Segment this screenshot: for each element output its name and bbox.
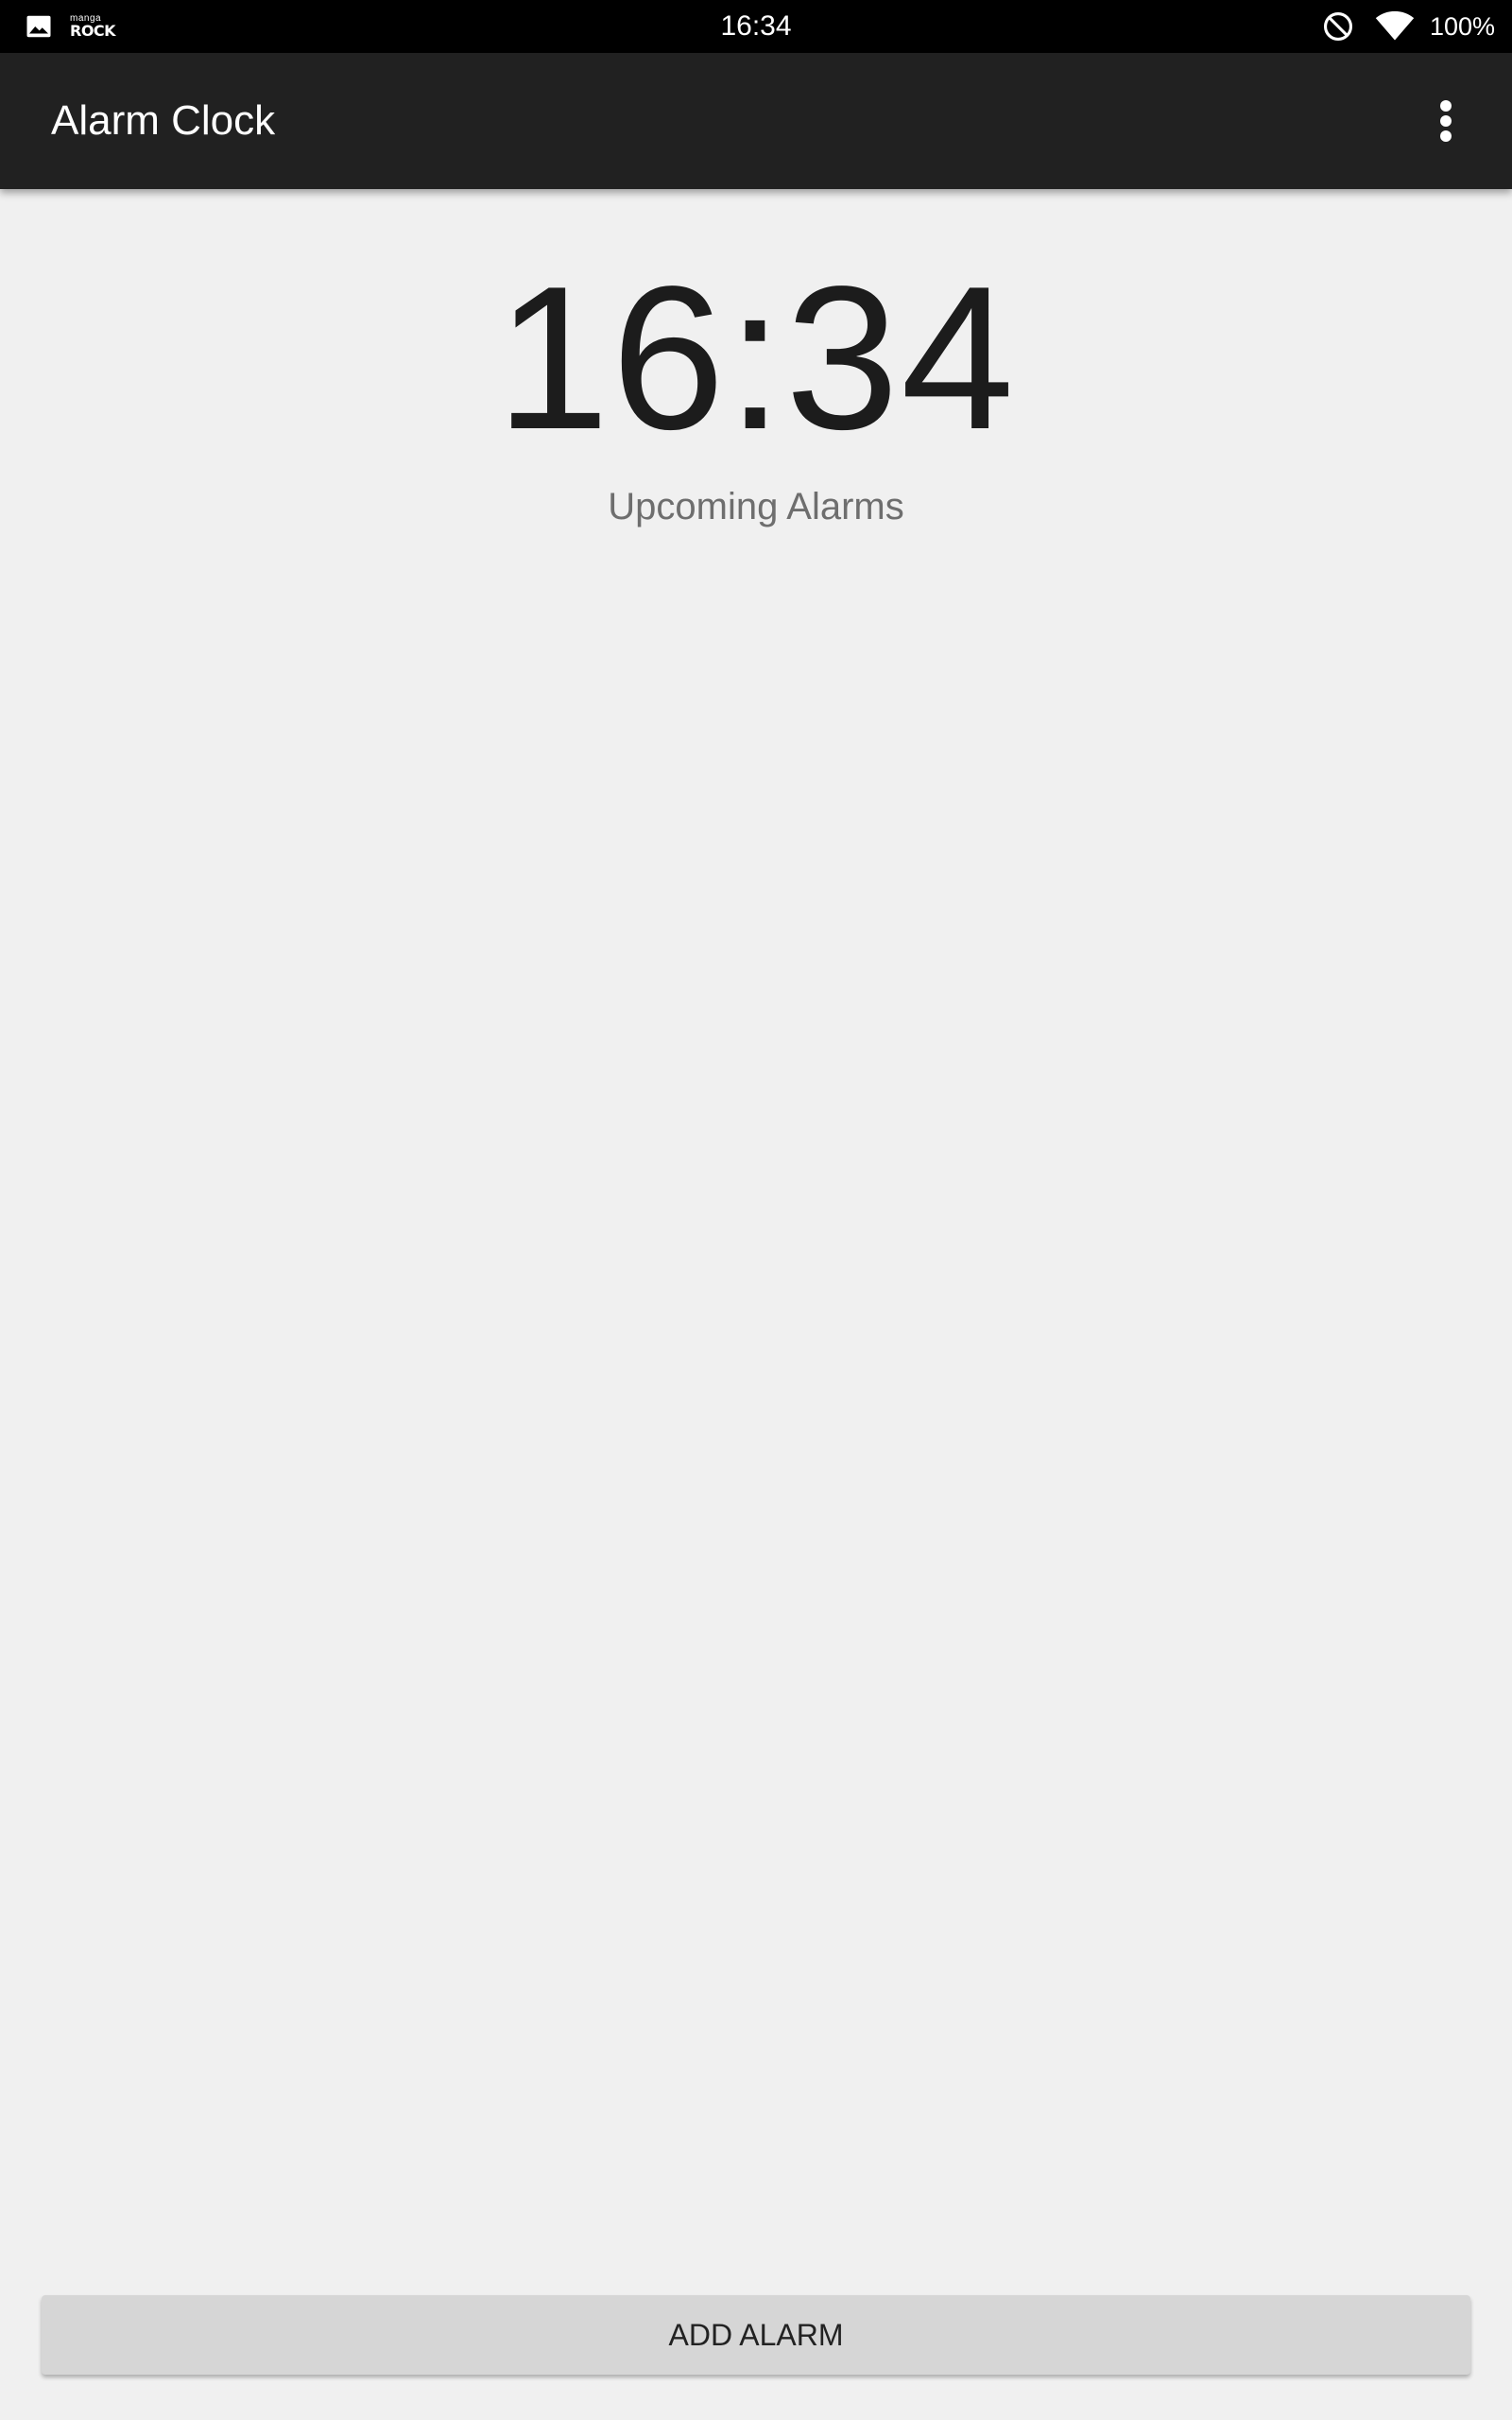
wifi-icon <box>1375 10 1415 41</box>
more-vert-icon <box>1440 100 1452 142</box>
upcoming-alarms-heading: Upcoming Alarms <box>608 486 904 527</box>
app-title: Alarm Clock <box>51 97 276 144</box>
status-bar: manga ROCK 16:34 100% <box>0 0 1512 53</box>
add-alarm-button[interactable]: ADD ALARM <box>42 2295 1470 2375</box>
alarm-list <box>0 558 1512 2259</box>
do-not-disturb-icon <box>1323 11 1352 42</box>
battery-level: 100% <box>1429 11 1495 41</box>
system-icons: 100% <box>1322 0 1495 53</box>
status-time: 16:34 <box>720 10 792 42</box>
app-bar: Alarm Clock <box>0 53 1512 189</box>
overflow-menu-button[interactable] <box>1400 76 1491 166</box>
current-time-display: 16:34 <box>495 243 1017 472</box>
